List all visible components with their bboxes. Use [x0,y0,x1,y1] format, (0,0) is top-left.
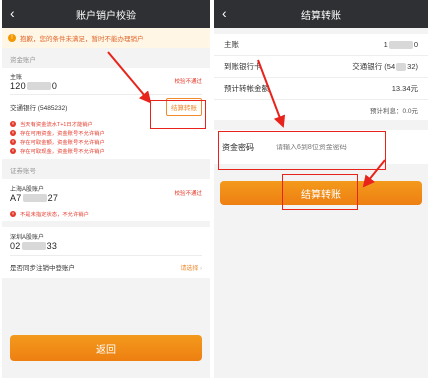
page-title: 账户销户校验 [76,10,136,22]
bank-label: 交通银行 (5485232) [10,105,68,112]
error-x-icon: × [10,120,16,127]
sh-account-label: 上海A股账户 [10,186,45,193]
annotation-box-transfer [150,100,206,129]
left-phone-screen: ‹ 账户销户校验 ! 抱歉，您的条件未满足，暂时不能办理销户 资金账户 主账 1… [2,0,210,378]
masked-digits [396,63,407,72]
masked-digits [388,41,413,49]
error-item: × 存在可取金额，资金账号不允许销户 [10,138,105,146]
securities-card: 上海A股账户 A7 27 校验不通过 × 不是未指定状态，不允许销户 深圳A股账户 … [2,179,210,278]
page-title: 结算转账 [301,10,341,22]
back-chevron-icon[interactable]: ‹ [10,5,15,21]
error-item: × 存在可用资金，资金账号不允许销户 [10,129,105,137]
chevron-right-icon: › [200,265,202,272]
error-x-icon: × [10,211,16,217]
sh-error: × 不是未指定状态，不允许销户 [10,211,89,218]
row-label: 预计转帐金额 [224,84,269,93]
nav-bar: ‹ 账户销户校验 [2,0,210,28]
securities-section-header: 证券账号 [10,168,36,175]
main-account-row: 主账 120 0 校验不通过 [2,68,210,94]
warning-icon: ! [8,34,16,42]
sync-select[interactable]: 请选择 › [180,263,202,272]
sync-row[interactable]: 是否同步注销中登账户 请选择 › [2,256,210,278]
nav-bar: ‹ 结算转账 [214,0,428,28]
error-x-icon: × [10,138,16,145]
sz-account-number: 02 33 [10,240,58,251]
warning-banner: ! 抱歉，您的条件未满足，暂时不能办理销户 [2,28,210,48]
main-account-suffix: 0 [51,80,58,91]
back-chevron-icon[interactable]: ‹ [222,5,227,21]
main-account-row: 主账 10 [214,34,428,56]
amount-row: 预计转帐金额 13.34元 [214,78,428,100]
sh-account-row: 上海A股账户 A7 27 校验不通过 [2,179,210,207]
error-x-icon: × [10,129,16,136]
masked-digits [22,194,47,203]
main-account-number: 120 0 [10,81,57,91]
sz-account-row: 深圳A股账户 02 33 [2,227,210,255]
row-value: 交通银行 (54 32) [352,62,418,72]
annotation-box-submit [282,174,358,210]
back-button[interactable]: 返回 [10,335,202,361]
fund-section-header: 资金账户 [10,57,36,64]
sz-account-label: 深圳A股账户 [10,234,45,241]
error-item: × 存在可取现金，资金账号不允许销户 [10,147,105,155]
row-value: 13.34元 [391,84,418,93]
row-label: 到账银行卡 [224,62,262,71]
row-label: 主账 [224,40,239,49]
annotation-box-password [218,131,386,170]
sh-status-failed: 校验不通过 [174,191,202,197]
main-account-prefix: 120 [10,80,26,91]
interest-text: 预计利息：0.0元 [214,100,428,120]
warning-text: 抱歉，您的条件未满足，暂时不能办理销户 [20,36,144,43]
sh-account-number: A7 27 [10,192,59,203]
main-account-label: 主账 [10,74,23,81]
error-x-icon: × [10,147,16,154]
main-status-failed: 校验不通过 [174,79,202,85]
masked-digits [21,242,46,251]
bank-card-row: 到账银行卡 交通银行 (54 32) [214,56,428,78]
masked-digits [26,82,51,91]
row-value: 10 [383,39,418,49]
sync-label: 是否同步注销中登账户 [10,265,75,272]
